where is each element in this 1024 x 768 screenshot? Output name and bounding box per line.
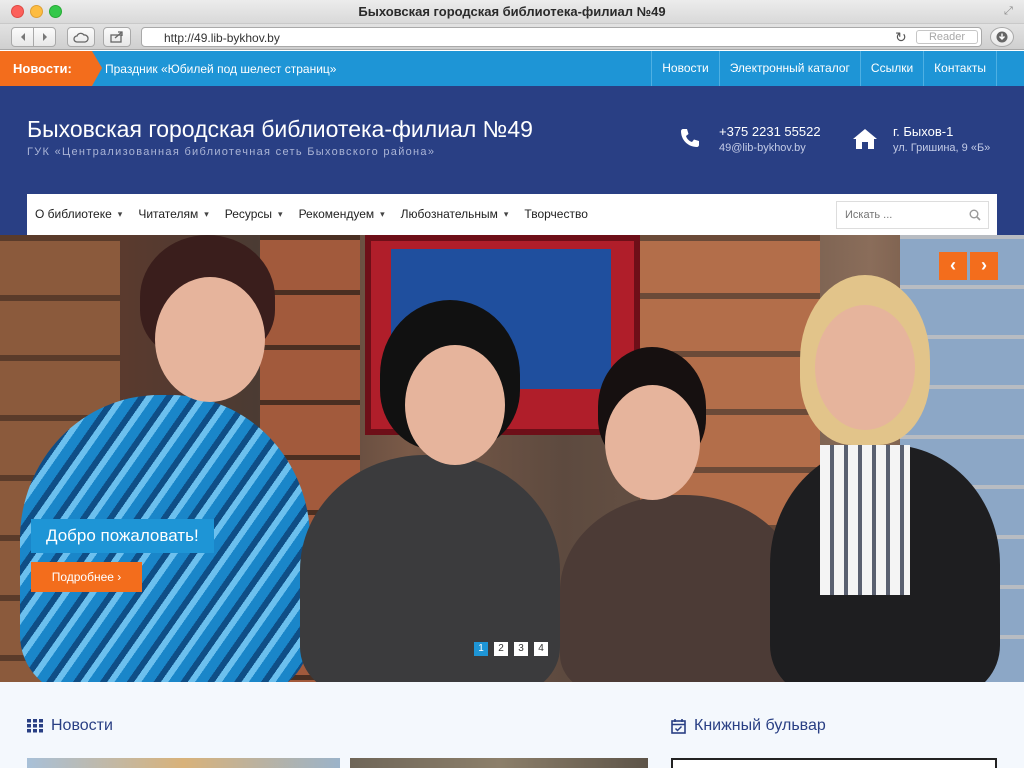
chevron-right-icon: [42, 33, 47, 41]
chevron-down-icon: ▾: [278, 209, 283, 219]
search-input[interactable]: [837, 202, 957, 228]
menu-item-about[interactable]: О библиотеке ▾: [27, 194, 130, 235]
books-section-title: Книжный бульвар: [694, 717, 826, 734]
browser-toolbar: http://49.lib-bykhov.by ↻ Reader: [0, 24, 1024, 50]
menu-item-recommend[interactable]: Рекомендуем ▾: [291, 194, 393, 235]
chevron-down-icon: ▾: [503, 209, 509, 219]
download-icon: [996, 31, 1008, 43]
window-title: Быховская городская библиотека-филиал №4…: [358, 4, 666, 19]
top-links: Новости Электронный каталог Ссылки Конта…: [651, 51, 997, 86]
url-text[interactable]: http://49.lib-bykhov.by: [164, 31, 280, 45]
share-icon: [110, 31, 123, 43]
search-box[interactable]: [836, 201, 989, 229]
slider-pagination: 1 2 3 4: [474, 642, 548, 656]
cloud-icon: [73, 32, 89, 43]
icloud-tabs-button[interactable]: [67, 27, 95, 47]
ticker-news-link[interactable]: Праздник «Юбилей под шелест страниц»: [105, 62, 336, 76]
top-link-catalog[interactable]: Электронный каталог: [718, 51, 860, 86]
books-widget: [671, 758, 997, 768]
phone-number[interactable]: +375 2231 55522: [719, 124, 821, 139]
chevron-down-icon: ▾: [380, 209, 385, 219]
menu-item-label: Рекомендуем: [298, 207, 375, 221]
slide-caption: Добро пожаловать!: [31, 519, 214, 553]
hero-slider: Добро пожаловать! Подробнее › ‹ › 1 2 3 …: [0, 235, 1024, 682]
menu-item-readers[interactable]: Читателям ▾: [130, 194, 216, 235]
email-address[interactable]: 49@lib-bykhov.by: [719, 142, 806, 154]
news-ticker-bar: Новости: Праздник «Юбилей под шелест стр…: [0, 51, 1024, 86]
main-navigation: О библиотеке ▾ Читателям ▾ Ресурсы ▾ Рек…: [27, 194, 997, 235]
home-icon: [853, 129, 877, 149]
menu-item-label: О библиотеке: [35, 207, 112, 221]
menu-item-curious[interactable]: Любознательным ▾: [393, 194, 517, 235]
slider-page-3[interactable]: 3: [514, 642, 528, 656]
site-header: Быховская городская библиотека-филиал №4…: [0, 86, 1024, 235]
share-button[interactable]: [103, 27, 131, 47]
chevron-right-icon: ›: [981, 255, 987, 275]
top-link-links[interactable]: Ссылки: [859, 51, 923, 86]
news-section-heading: Новости: [27, 717, 113, 735]
menu-item-label: Ресурсы: [224, 207, 273, 221]
menu-item-creativity[interactable]: Творчество: [516, 194, 595, 235]
browser-titlebar: Быховская городская библиотека-филиал №4…: [0, 0, 1024, 24]
fullscreen-icon[interactable]: ⤢: [1004, 5, 1016, 17]
menu-item-label: Любознательным: [400, 207, 498, 221]
back-button[interactable]: [11, 27, 34, 47]
search-icon[interactable]: [969, 209, 981, 221]
top-link-news[interactable]: Новости: [651, 51, 718, 86]
books-section-heading: Книжный бульвар: [671, 717, 826, 735]
site-title[interactable]: Быховская городская библиотека-филиал №4…: [27, 116, 533, 143]
menu-item-label: Творчество: [524, 207, 588, 221]
slider-next-button[interactable]: ›: [970, 252, 998, 280]
chevron-down-icon: ▾: [117, 209, 123, 219]
content-area: Новости Книжный бульвар: [0, 682, 1024, 768]
address-bar[interactable]: http://49.lib-bykhov.by ↻ Reader: [141, 27, 982, 47]
downloads-button[interactable]: [990, 27, 1014, 47]
grid-icon: [27, 719, 43, 733]
ticker-label: Новости:: [0, 51, 102, 86]
read-more-button[interactable]: Подробнее ›: [31, 562, 142, 592]
reader-button[interactable]: Reader: [916, 30, 978, 44]
chevron-left-icon: [20, 33, 25, 41]
news-section-title: Новости: [51, 717, 113, 734]
main-menu: О библиотеке ▾ Читателям ▾ Ресурсы ▾ Рек…: [27, 194, 596, 235]
calendar-check-icon: [671, 719, 686, 734]
top-link-contacts[interactable]: Контакты: [923, 51, 997, 86]
site-subtitle: ГУК «Централизованная библиотечная сеть …: [27, 146, 436, 158]
news-thumbnail[interactable]: [350, 758, 648, 768]
slider-page-2[interactable]: 2: [494, 642, 508, 656]
slider-prev-button[interactable]: ‹: [939, 252, 967, 280]
slider-page-4[interactable]: 4: [534, 642, 548, 656]
chevron-left-icon: ‹: [950, 255, 956, 275]
address-city: г. Быхов-1: [893, 124, 954, 139]
menu-item-resources[interactable]: Ресурсы ▾: [217, 194, 291, 235]
slider-page-1[interactable]: 1: [474, 642, 488, 656]
phone-icon: [681, 129, 699, 147]
menu-item-label: Читателям: [138, 207, 199, 221]
news-thumbnail[interactable]: [27, 758, 340, 768]
reload-icon[interactable]: ↻: [895, 29, 907, 46]
address-street: ул. Гришина, 9 «Б»: [893, 142, 991, 154]
chevron-down-icon: ▾: [204, 209, 209, 219]
forward-button[interactable]: [33, 27, 56, 47]
